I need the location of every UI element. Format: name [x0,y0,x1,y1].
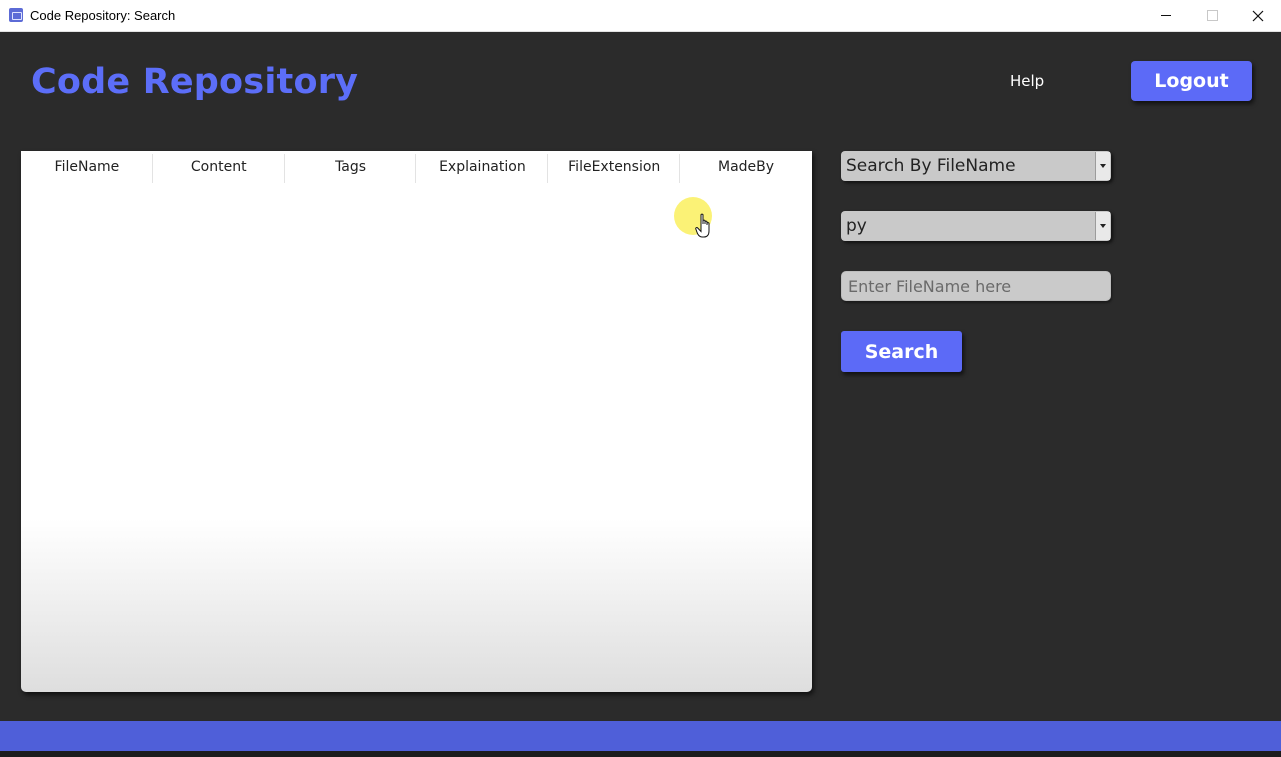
column-header-tags[interactable]: Tags [285,151,417,183]
minimize-icon [1161,15,1171,16]
dropdown-arrow[interactable] [1095,152,1110,180]
app-brand-title: Code Repository [31,62,359,102]
chevron-down-icon [1100,224,1106,228]
filename-search-input[interactable] [841,271,1111,301]
extension-value: py [846,216,867,236]
chevron-down-icon [1100,164,1106,168]
column-header-content[interactable]: Content [153,151,285,183]
table-header: FileName Content Tags Explaination FileE… [21,151,812,183]
search-button[interactable]: Search [841,331,962,372]
help-link[interactable]: Help [1010,72,1044,90]
minimize-button[interactable] [1143,0,1189,31]
column-header-explaination[interactable]: Explaination [416,151,549,183]
hand-cursor-icon [695,213,710,238]
search-mode-dropdown[interactable]: Search By FileName [841,151,1111,181]
search-mode-value: Search By FileName [846,156,1016,176]
dropdown-arrow[interactable] [1095,212,1110,240]
logout-button[interactable]: Logout [1131,61,1252,101]
bottom-strip [0,751,1281,757]
column-header-fileextension[interactable]: FileExtension [548,151,680,183]
maximize-button[interactable] [1189,0,1235,31]
column-header-filename[interactable]: FileName [21,151,153,183]
window-titlebar: Code Repository: Search [0,0,1281,32]
window-title: Code Repository: Search [30,8,176,23]
maximize-icon [1206,10,1218,21]
extension-dropdown[interactable]: py [841,211,1111,241]
close-button[interactable] [1235,0,1281,31]
column-header-madeby[interactable]: MadeBy [680,151,812,183]
app-icon [9,8,23,22]
footer-bar [0,721,1281,751]
close-icon [1252,10,1264,21]
